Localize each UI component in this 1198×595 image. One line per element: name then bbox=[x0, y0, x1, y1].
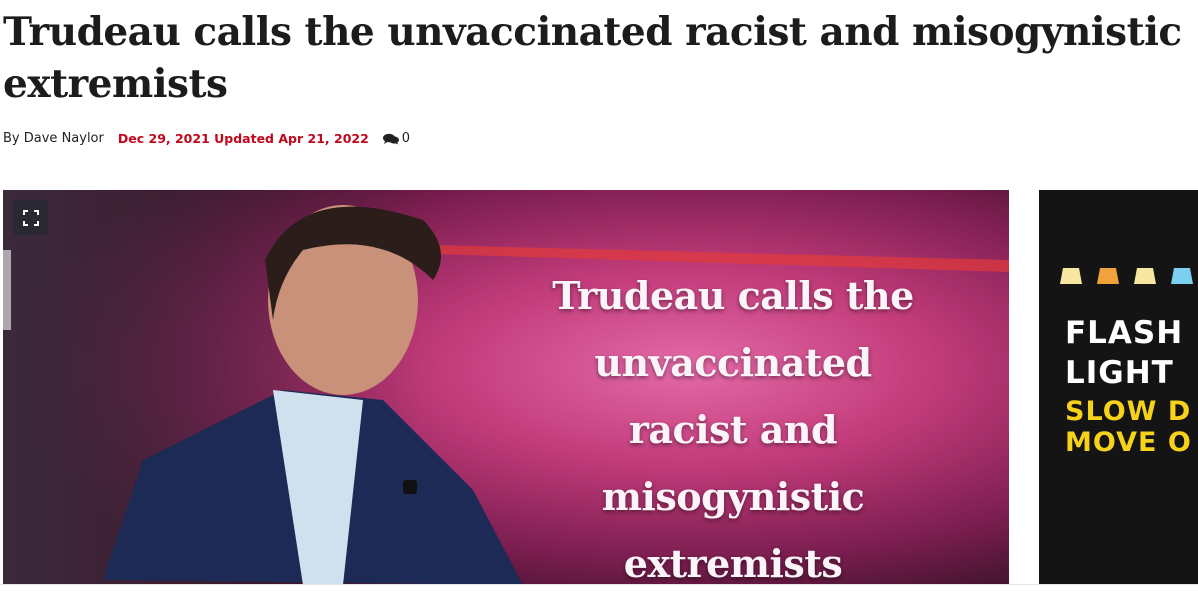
comment-count: 0 bbox=[401, 131, 411, 146]
video-caption: Trudeau calls the unvaccinated racist an… bbox=[508, 262, 958, 585]
fullscreen-button[interactable] bbox=[13, 200, 48, 235]
caption-line-1: Trudeau calls the bbox=[552, 273, 914, 318]
comments-link[interactable]: 0 bbox=[382, 131, 411, 146]
ad-headline-1: FLASH bbox=[1065, 315, 1184, 351]
caption-line-4: misogynistic bbox=[601, 474, 865, 519]
expand-icon bbox=[22, 209, 39, 226]
featured-video[interactable]: Trudeau calls the unvaccinated racist an… bbox=[3, 190, 1009, 585]
caption-line-3: racist and bbox=[628, 407, 838, 452]
article-headline: Trudeau calls the unvaccinated racist an… bbox=[3, 9, 1182, 107]
author-link[interactable]: Dave Naylor bbox=[24, 131, 104, 146]
ad-headline-2: LIGHT bbox=[1065, 355, 1174, 391]
publish-dates: Dec 29, 2021 Updated Apr 21, 2022 bbox=[117, 131, 369, 146]
comments-icon bbox=[382, 133, 399, 144]
byline: By Dave Naylor Dec 29, 2021 Updated Apr … bbox=[3, 131, 410, 146]
byline-prefix: By bbox=[3, 131, 20, 146]
divider bbox=[0, 584, 1198, 585]
caption-line-5: extremists bbox=[623, 541, 843, 585]
sidebar-ad[interactable]: FLASH LIGHT SLOW D MOVE O bbox=[1039, 190, 1198, 585]
caption-line-2: unvaccinated bbox=[594, 340, 872, 385]
ad-tagline-1: SLOW D bbox=[1065, 396, 1192, 427]
ad-tagline-2: MOVE O bbox=[1065, 427, 1192, 458]
